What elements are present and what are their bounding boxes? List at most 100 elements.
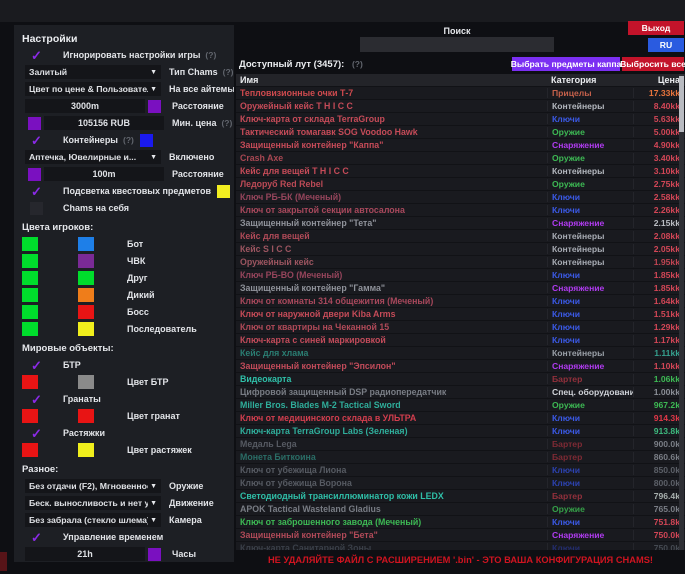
item-name-cell: Ключ от медицинского склада в УЛЬТРА bbox=[236, 413, 547, 423]
table-row[interactable]: Тепловизионные очки Т-7Прицелы17.33kk bbox=[236, 86, 685, 99]
table-row[interactable]: Crash AxeОружие3.40kk bbox=[236, 151, 685, 164]
table-row[interactable]: Ключ-карта с синей маркировкойКлючи1.17k… bbox=[236, 333, 685, 346]
select-kappa-items-button[interactable]: Выбрать предметы каппа bbox=[512, 57, 620, 71]
color-swatch-primary[interactable] bbox=[22, 305, 38, 319]
color-swatch-secondary[interactable] bbox=[78, 271, 94, 285]
dropdown[interactable]: Без забрала (стекло шлема)▼ bbox=[25, 513, 161, 527]
checkbox[interactable]: ✓ bbox=[30, 393, 43, 406]
color-swatch-secondary[interactable] bbox=[78, 254, 94, 268]
search-input[interactable] bbox=[360, 37, 554, 52]
table-row[interactable]: Оружейный кейсКонтейнеры1.95kk bbox=[236, 255, 685, 268]
table-row[interactable]: Кейс для вещейКонтейнеры2.08kk bbox=[236, 229, 685, 242]
table-row[interactable]: Цифровой защищенный DSP радиопередатчикС… bbox=[236, 385, 685, 398]
dropdown[interactable]: Без отдачи (F2), Мгновенное п▼ bbox=[25, 479, 161, 493]
item-name-cell: Защищенный контейнер "Эпсилон" bbox=[236, 361, 547, 371]
color-swatch-primary[interactable] bbox=[22, 237, 38, 251]
checkbox[interactable]: ✓ bbox=[30, 134, 43, 147]
item-price-cell: 750.0k bbox=[633, 530, 685, 540]
checkbox[interactable]: ✓ bbox=[30, 531, 43, 544]
table-row[interactable]: Кейс для хламаКонтейнеры1.11kk bbox=[236, 346, 685, 359]
table-row[interactable]: Защищенный контейнер "Тета"Снаряжение2.1… bbox=[236, 216, 685, 229]
color-swatch-secondary[interactable] bbox=[78, 288, 94, 302]
color-swatch-secondary[interactable] bbox=[78, 305, 94, 319]
checkbox[interactable] bbox=[30, 202, 43, 215]
dropdown[interactable]: Аптечка, Ювелирные и...▼ bbox=[25, 150, 161, 164]
color-swatch[interactable] bbox=[148, 100, 161, 113]
item-price-cell: 1.85kk bbox=[633, 270, 685, 280]
color-swatch-secondary[interactable] bbox=[78, 443, 94, 457]
scrollbar-thumb[interactable] bbox=[679, 76, 684, 132]
table-row[interactable]: Медаль LegaБартер900.0k bbox=[236, 437, 685, 450]
item-category-cell: Снаряжение bbox=[547, 218, 633, 228]
colorpair-label: Босс bbox=[127, 307, 149, 317]
dropdown[interactable]: Цвет по цене & Пользователь▼ bbox=[25, 82, 161, 96]
table-row[interactable]: Ключ от комнаты 314 общежития (Меченый)К… bbox=[236, 294, 685, 307]
table-row[interactable]: Ключ-карта Санитарной ЗоныКлючи750.0k bbox=[236, 541, 685, 550]
color-swatch-primary[interactable] bbox=[22, 288, 38, 302]
column-header-price[interactable]: Цена bbox=[633, 75, 685, 85]
value-input[interactable]: 105156 RUB bbox=[44, 116, 164, 130]
table-row[interactable]: Ключ от квартиры на Чеканной 15Ключи1.29… bbox=[236, 320, 685, 333]
table-row[interactable]: Ледоруб Red RebelОружие2.75kk bbox=[236, 177, 685, 190]
column-header-category[interactable]: Категория bbox=[547, 75, 633, 85]
color-swatch-secondary[interactable] bbox=[78, 409, 94, 423]
drop-all-button[interactable]: Выбросить все bbox=[622, 57, 684, 71]
table-row[interactable]: ВидеокартаБартер1.06kk bbox=[236, 372, 685, 385]
color-swatch[interactable] bbox=[28, 168, 41, 181]
color-swatch[interactable] bbox=[217, 185, 230, 198]
table-row[interactable]: Ключ от убежища ВоронаКлючи800.0k bbox=[236, 476, 685, 489]
table-row[interactable]: Ключ от медицинского склада в УЛЬТРАКлюч… bbox=[236, 411, 685, 424]
table-row[interactable]: Защищенный контейнер "Эпсилон"Снаряжение… bbox=[236, 359, 685, 372]
color-swatch-primary[interactable] bbox=[22, 409, 38, 423]
checkbox[interactable]: ✓ bbox=[30, 185, 43, 198]
exit-button[interactable]: Выход bbox=[628, 21, 684, 35]
color-swatch-secondary[interactable] bbox=[78, 322, 94, 336]
checkbox[interactable]: ✓ bbox=[30, 427, 43, 440]
language-button[interactable]: RU bbox=[648, 38, 684, 52]
table-row[interactable]: Тактический томагавк SOG Voodoo HawkОруж… bbox=[236, 125, 685, 138]
value-input[interactable]: 3000m bbox=[25, 99, 145, 113]
table-row[interactable]: Ключ от закрытой секции автосалонаКлючи2… bbox=[236, 203, 685, 216]
table-row[interactable]: Ключ РБ-ВО (Меченый)Ключи1.85kk bbox=[236, 268, 685, 281]
table-row[interactable]: Защищенный контейнер "Бета"Снаряжение750… bbox=[236, 528, 685, 541]
table-row[interactable]: Защищенный контейнер "Гамма"Снаряжение1.… bbox=[236, 281, 685, 294]
item-category-cell: Снаряжение bbox=[547, 530, 633, 540]
table-row[interactable]: APOK Tactical Wasteland GladiusОружие765… bbox=[236, 502, 685, 515]
dropdown[interactable]: Залитый▼ bbox=[25, 65, 161, 79]
table-row[interactable]: Монета БиткоинаБартер860.6k bbox=[236, 450, 685, 463]
table-row[interactable]: Ключ-карта от склада TerraGroupКлючи5.63… bbox=[236, 112, 685, 125]
color-swatch-secondary[interactable] bbox=[78, 237, 94, 251]
item-price-cell: 967.2k bbox=[633, 400, 685, 410]
table-row[interactable]: Ключ-карта TerraGroup Labs (Зеленая)Ключ… bbox=[236, 424, 685, 437]
loot-help-icon: (?) bbox=[352, 59, 363, 69]
table-row[interactable]: Miller Bros. Blades M-2 Tactical SwordОр… bbox=[236, 398, 685, 411]
color-swatch-primary[interactable] bbox=[22, 375, 38, 389]
value-input[interactable]: 100m bbox=[44, 167, 164, 181]
checkbox[interactable]: ✓ bbox=[30, 359, 43, 372]
table-row[interactable]: Кейс для вещей T H I C CКонтейнеры3.10kk bbox=[236, 164, 685, 177]
color-swatch-primary[interactable] bbox=[22, 254, 38, 268]
table-row[interactable]: Светодиодный трансиллюминатор кожи LEDXБ… bbox=[236, 489, 685, 502]
table-row[interactable]: Ключ от заброшенного завода (Меченый)Клю… bbox=[236, 515, 685, 528]
table-row[interactable]: Кейс S I C CКонтейнеры2.05kk bbox=[236, 242, 685, 255]
item-name-cell: Защищенный контейнер "Гамма" bbox=[236, 283, 547, 293]
color-swatch[interactable] bbox=[140, 134, 153, 147]
color-swatch-primary[interactable] bbox=[22, 322, 38, 336]
colorpair-row: Дикий bbox=[22, 287, 234, 302]
table-scrollbar[interactable] bbox=[679, 74, 684, 550]
table-row[interactable]: Ключ РБ-БК (Меченый)Ключи2.58kk bbox=[236, 190, 685, 203]
color-swatch[interactable] bbox=[28, 117, 41, 130]
item-category-cell: Контейнеры bbox=[547, 257, 633, 267]
checkbox[interactable]: ✓ bbox=[30, 49, 43, 62]
table-row[interactable]: Оружейный кейс T H I C CКонтейнеры8.40kk bbox=[236, 99, 685, 112]
color-swatch-primary[interactable] bbox=[22, 271, 38, 285]
dropdown[interactable]: Беск. выносливость и нет уста▼ bbox=[25, 496, 161, 510]
table-row[interactable]: Защищенный контейнер "Каппа"Снаряжение4.… bbox=[236, 138, 685, 151]
color-swatch-secondary[interactable] bbox=[78, 375, 94, 389]
column-header-name[interactable]: Имя bbox=[236, 75, 547, 85]
color-swatch-primary[interactable] bbox=[22, 443, 38, 457]
table-row[interactable]: Ключ от наружной двери Kiba ArmsКлючи1.5… bbox=[236, 307, 685, 320]
table-row[interactable]: Ключ от убежища ЛионаКлючи850.0k bbox=[236, 463, 685, 476]
color-swatch[interactable] bbox=[148, 548, 161, 561]
value-input[interactable]: 21h bbox=[25, 547, 145, 561]
